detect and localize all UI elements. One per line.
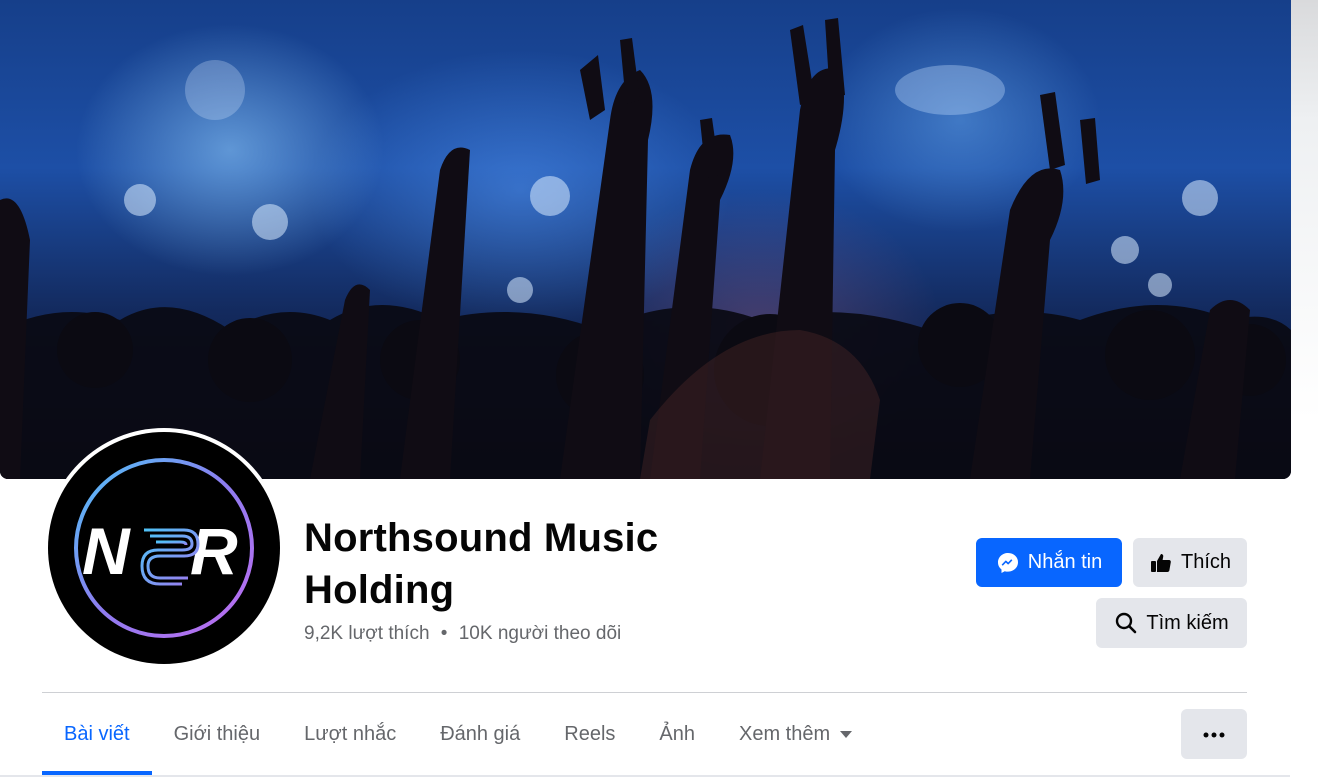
cover-photo[interactable] <box>0 0 1291 479</box>
tab-posts-label: Bài viết <box>64 722 130 745</box>
tab-reels-label: Reels <box>564 722 616 745</box>
like-button-label: Thích <box>1180 551 1232 573</box>
tab-photos[interactable]: Ảnh <box>637 693 717 775</box>
search-button[interactable]: Tìm kiếm <box>1096 598 1247 648</box>
stats-separator: • <box>440 623 448 644</box>
message-button[interactable]: Nhắn tin <box>976 538 1122 587</box>
like-button[interactable]: Thích <box>1133 538 1247 587</box>
more-horizontal-icon <box>1203 725 1225 743</box>
thumbs-up-icon <box>1149 551 1173 575</box>
page-root: N R Northsound Music Holding 9,2K lượt t… <box>0 0 1318 777</box>
search-icon <box>1114 611 1138 635</box>
tab-posts[interactable]: Bài viết <box>42 693 152 775</box>
more-options-button[interactable] <box>1181 709 1247 759</box>
tab-reels[interactable]: Reels <box>542 693 637 775</box>
message-button-label: Nhắn tin <box>1027 551 1103 573</box>
nsr-logo: N R <box>74 458 254 638</box>
tab-mentions-label: Lượt nhắc <box>304 722 397 745</box>
page-stats: 9,2K lượt thích • 10K người theo dõi <box>304 623 621 645</box>
concert-crowd-illustration <box>0 18 1291 479</box>
tab-see-more-label: Xem thêm <box>738 722 831 745</box>
search-button-label: Tìm kiếm <box>1146 611 1229 634</box>
tab-reviews[interactable]: Đánh giá <box>418 693 542 775</box>
tab-photos-label: Ảnh <box>659 722 695 745</box>
avatar-logo-background: N R <box>48 432 280 664</box>
page-title: Northsound Music Holding <box>304 516 659 612</box>
svg-text:N: N <box>82 514 131 588</box>
page-tabs: Bài viết Giới thiệu Lượt nhắc Đánh giá R… <box>42 693 874 777</box>
tab-reviews-label: Đánh giá <box>440 722 521 745</box>
tab-see-more[interactable]: Xem thêm <box>717 693 874 775</box>
caret-down-icon <box>840 730 853 738</box>
tab-about[interactable]: Giới thiệu <box>152 693 282 775</box>
messenger-icon <box>996 551 1020 575</box>
scroll-gutter[interactable] <box>1290 0 1318 777</box>
likes-count[interactable]: 9,2K lượt thích <box>304 623 430 644</box>
page-avatar[interactable]: N R <box>44 428 284 668</box>
followers-count[interactable]: 10K người theo dõi <box>459 623 622 644</box>
tab-mentions[interactable]: Lượt nhắc <box>282 693 418 775</box>
tab-about-label: Giới thiệu <box>173 722 261 745</box>
